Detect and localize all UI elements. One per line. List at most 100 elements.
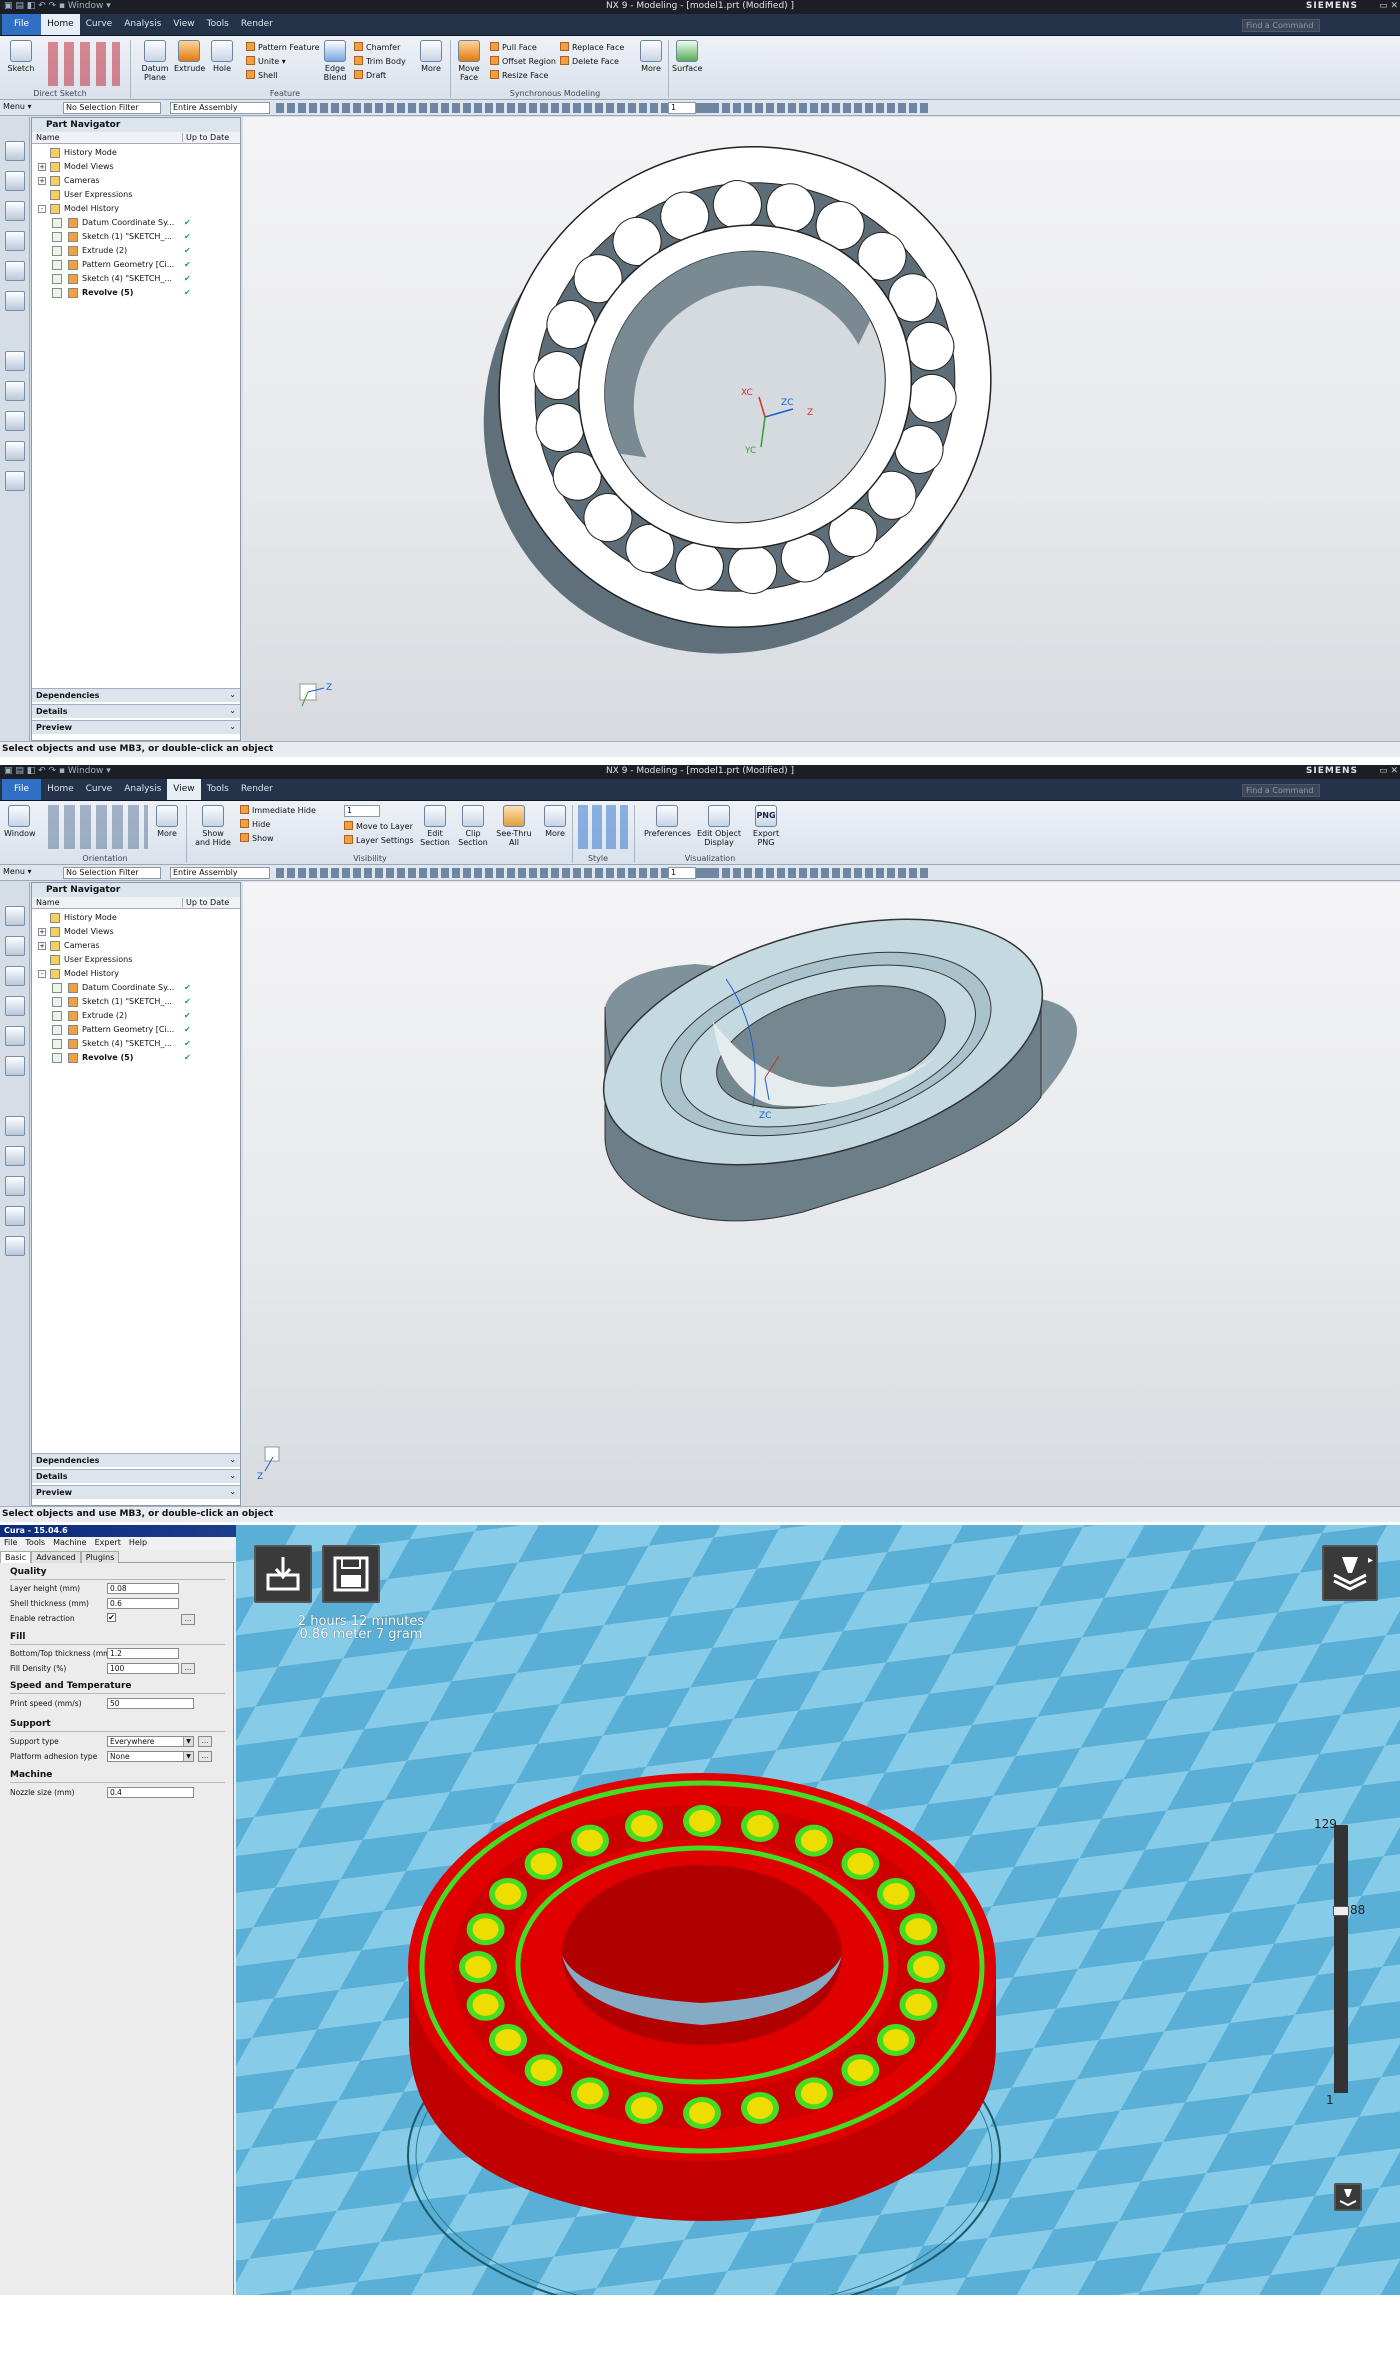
tab-home[interactable]: Home <box>41 779 80 800</box>
navigator-row[interactable]: + Cameras <box>32 174 240 188</box>
collapse-icon[interactable]: - <box>38 205 46 213</box>
datum-plane-button[interactable]: Datum Plane <box>140 40 170 82</box>
feature-checkbox-icon[interactable] <box>52 983 62 993</box>
system-materials-icon[interactable] <box>5 1116 25 1136</box>
navigator-row[interactable]: History Mode <box>32 911 240 925</box>
trim-body-button[interactable]: Trim Body <box>354 56 406 67</box>
platform-adhesion-select[interactable]: None ▼ <box>107 1751 194 1762</box>
move-face-button[interactable]: Move Face <box>454 40 484 82</box>
replace-face-button[interactable]: Replace Face <box>560 42 624 53</box>
show-and-hide-button[interactable]: Show and Hide <box>194 805 232 847</box>
feature-checkbox-icon[interactable] <box>52 232 62 242</box>
window-controls[interactable]: ▭ ✕ <box>1379 766 1398 776</box>
graphics-window[interactable]: XC ZC YC Z Z <box>243 117 1400 741</box>
menu-button[interactable]: Menu ▾ <box>3 867 32 876</box>
navigator-row[interactable]: Extrude (2) ✔ <box>32 244 240 258</box>
show-button[interactable]: Show <box>240 833 274 844</box>
view-toolbar-icons[interactable] <box>700 103 930 113</box>
tab-view[interactable]: View <box>167 779 201 800</box>
process-studio-icon[interactable] <box>5 1146 25 1166</box>
tab-advanced[interactable]: Advanced <box>31 1551 81 1563</box>
more-visibility-button[interactable]: More <box>540 805 570 838</box>
menu-expert[interactable]: Expert <box>91 1537 125 1548</box>
navigator-row[interactable]: - Model History <box>32 202 240 216</box>
enable-retraction-checkbox[interactable]: ✔ <box>107 1613 116 1622</box>
retraction-options-button[interactable]: ... <box>181 1614 195 1625</box>
navigator-row[interactable]: Revolve (5) ✔ <box>32 286 240 300</box>
hd3d-tools-icon[interactable] <box>5 471 25 491</box>
graphics-window[interactable]: ZC Z <box>243 882 1400 1506</box>
edge-blend-button[interactable]: Edge Blend <box>320 40 350 82</box>
expand-icon[interactable]: + <box>38 177 46 185</box>
preview-panel[interactable]: Preview ⌄ <box>32 1485 240 1499</box>
feature-checkbox-icon[interactable] <box>52 1011 62 1021</box>
window-button[interactable]: Window <box>4 805 36 838</box>
part-navigator-icon[interactable] <box>5 201 25 221</box>
system-materials-icon[interactable] <box>5 351 25 371</box>
tab-home[interactable]: Home <box>41 14 80 35</box>
system-scenes-icon[interactable] <box>5 1206 25 1226</box>
draft-button[interactable]: Draft <box>354 70 386 81</box>
surface-button[interactable]: Surface <box>672 40 702 73</box>
web-browser-icon[interactable] <box>5 1026 25 1046</box>
tab-file[interactable]: File <box>2 779 42 800</box>
column-name[interactable]: Name <box>36 898 60 907</box>
support-options-button[interactable]: ... <box>198 1736 212 1747</box>
window-controls[interactable]: ▭ ✕ <box>1379 1 1398 11</box>
constraint-navigator-icon[interactable] <box>5 171 25 191</box>
extrude-button[interactable]: Extrude <box>174 40 205 73</box>
menu-help[interactable]: Help <box>125 1537 151 1548</box>
find-command-input[interactable]: Find a Command <box>1242 19 1320 32</box>
expand-icon[interactable]: + <box>38 928 46 936</box>
feature-checkbox-icon[interactable] <box>52 260 62 270</box>
reuse-library-icon[interactable] <box>5 996 25 1016</box>
sketch-curve-icons[interactable] <box>48 42 120 86</box>
nozzle-size-input[interactable]: 0.4 <box>107 1787 194 1798</box>
feature-checkbox-icon[interactable] <box>52 274 62 284</box>
part-navigator-icon[interactable] <box>5 966 25 986</box>
navigator-row[interactable]: Pattern Geometry [Ci... ✔ <box>32 258 240 272</box>
navigator-row[interactable]: + Model Views <box>32 925 240 939</box>
web-browser-icon[interactable] <box>5 261 25 281</box>
layer-select[interactable]: 1 <box>668 102 696 114</box>
cura-3d-view[interactable]: 2 hours 12 minutes 0.86 meter 7 gram ▸ 1… <box>236 1525 1400 2295</box>
layer-settings-button[interactable]: Layer Settings <box>344 835 414 846</box>
tab-tools[interactable]: Tools <box>201 779 235 800</box>
tab-basic[interactable]: Basic <box>0 1551 32 1563</box>
navigator-row[interactable]: Sketch (4) "SKETCH_... ✔ <box>32 1037 240 1051</box>
orientation-view-icons[interactable] <box>48 805 148 849</box>
collapse-icon[interactable]: - <box>38 970 46 978</box>
work-layer-select[interactable]: 1 <box>344 805 380 817</box>
layer-slider-handle[interactable] <box>1333 1905 1349 1916</box>
layer-slider[interactable] <box>1333 1825 1349 2093</box>
details-panel[interactable]: Details ⌄ <box>32 1469 240 1483</box>
pattern-feature-button[interactable]: Pattern Feature <box>246 42 320 53</box>
hide-button[interactable]: Hide <box>240 819 270 830</box>
style-icons[interactable] <box>578 805 628 849</box>
layer-select[interactable]: 1 <box>668 867 696 879</box>
more-orientation-button[interactable]: More <box>152 805 182 838</box>
details-panel[interactable]: Details ⌄ <box>32 704 240 718</box>
feature-checkbox-icon[interactable] <box>52 218 62 228</box>
constraint-navigator-icon[interactable] <box>5 936 25 956</box>
dependencies-panel[interactable]: Dependencies ⌄ <box>32 1453 240 1467</box>
export-png-button[interactable]: PNG Export PNG <box>748 805 784 847</box>
column-name[interactable]: Name <box>36 133 60 142</box>
view-mode-button[interactable]: ▸ <box>1322 1545 1378 1601</box>
navigator-row[interactable]: Datum Coordinate Sy... ✔ <box>32 981 240 995</box>
bottom-top-thickness-input[interactable]: 1.2 <box>107 1648 179 1659</box>
feature-checkbox-icon[interactable] <box>52 288 62 298</box>
assembly-navigator-icon[interactable] <box>5 906 25 926</box>
fill-options-button[interactable]: ... <box>181 1663 195 1674</box>
load-model-button[interactable] <box>254 1545 312 1603</box>
see-thru-all-button[interactable]: See-Thru All <box>496 805 532 847</box>
feature-checkbox-icon[interactable] <box>52 1053 62 1063</box>
dependencies-panel[interactable]: Dependencies ⌄ <box>32 688 240 702</box>
navigator-row[interactable]: - Model History <box>32 967 240 981</box>
print-speed-input[interactable]: 50 <box>107 1698 194 1709</box>
tab-curve[interactable]: Curve <box>80 14 119 35</box>
navigator-row[interactable]: Sketch (1) "SKETCH_... ✔ <box>32 230 240 244</box>
tab-view[interactable]: View <box>167 14 200 35</box>
menu-tools[interactable]: Tools <box>21 1537 49 1548</box>
feature-checkbox-icon[interactable] <box>52 1039 62 1049</box>
